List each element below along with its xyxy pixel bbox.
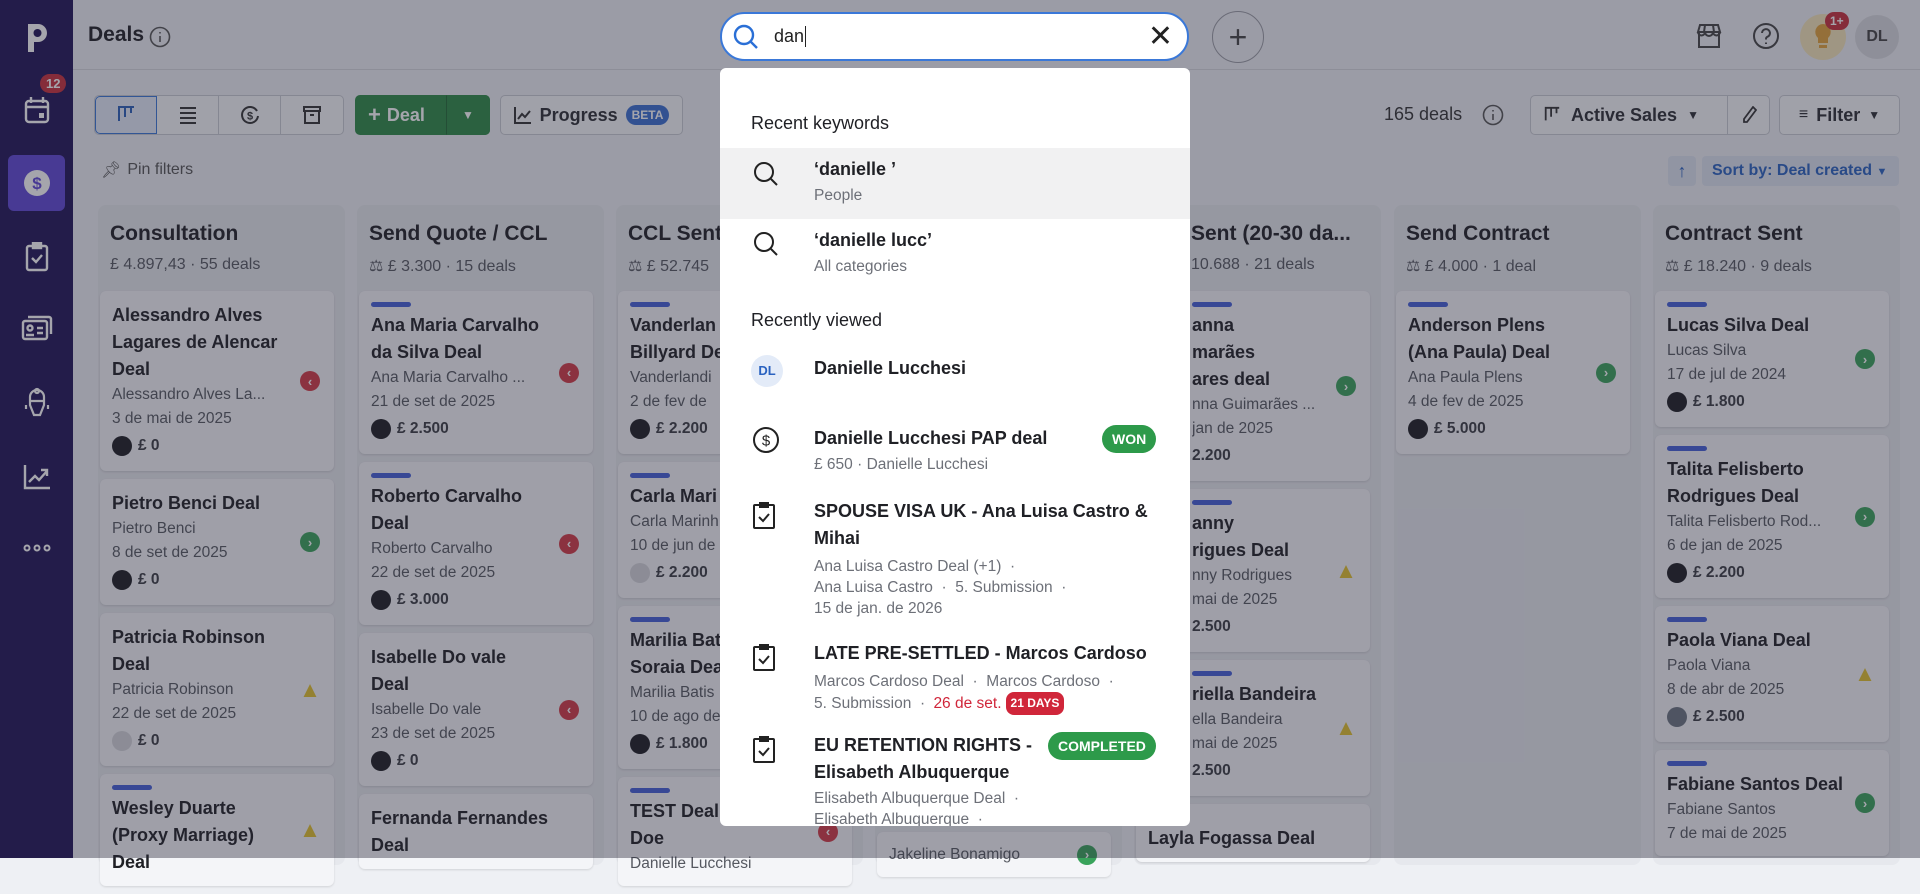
task-clipboard-icon xyxy=(753,502,775,529)
search-icon xyxy=(754,232,778,256)
recent-person-item[interactable]: DL Danielle Lucchesi xyxy=(720,348,1190,398)
recent-keywords-heading: Recent keywords xyxy=(751,113,890,133)
deal-dollar-icon: $ xyxy=(753,427,779,453)
recent-activity-item[interactable]: EU RETENTION RIGHTS - Elisabeth Albuquer… xyxy=(720,730,1190,826)
completed-badge: COMPLETED xyxy=(1048,732,1156,760)
task-clipboard-icon xyxy=(753,736,775,763)
overdue-badge: 21 DAYS xyxy=(1005,692,1065,715)
search-results-dropdown: Recent keywords ‘danielle ’ People ‘dani… xyxy=(720,68,1190,826)
svg-text:$: $ xyxy=(762,433,771,450)
clear-search-icon[interactable]: ✕ xyxy=(1148,21,1173,52)
person-avatar: DL xyxy=(751,355,783,387)
recently-viewed-heading: Recently viewed xyxy=(751,310,883,330)
recent-keyword-item[interactable]: ‘danielle ’ People xyxy=(720,148,1190,219)
recent-activity-item[interactable]: LATE PRE-SETTLED - Marcos Cardoso Marcos… xyxy=(720,638,1190,718)
due-date-overdue: 26 de set. xyxy=(933,695,1002,712)
search-icon xyxy=(733,24,758,49)
won-badge: WON xyxy=(1102,425,1157,453)
search-input[interactable]: dan xyxy=(774,26,807,47)
global-search[interactable]: dan ✕ xyxy=(720,12,1189,61)
recent-deal-item[interactable]: $ Danielle Lucchesi PAP deal £ 650 · Dan… xyxy=(720,420,1190,490)
recent-activity-item[interactable]: SPOUSE VISA UK - Ana Luisa Castro & Miha… xyxy=(720,496,1190,617)
search-icon xyxy=(754,162,778,186)
task-clipboard-icon xyxy=(753,644,775,671)
recent-keyword-item[interactable]: ‘danielle lucc’ All categories xyxy=(720,219,1190,289)
